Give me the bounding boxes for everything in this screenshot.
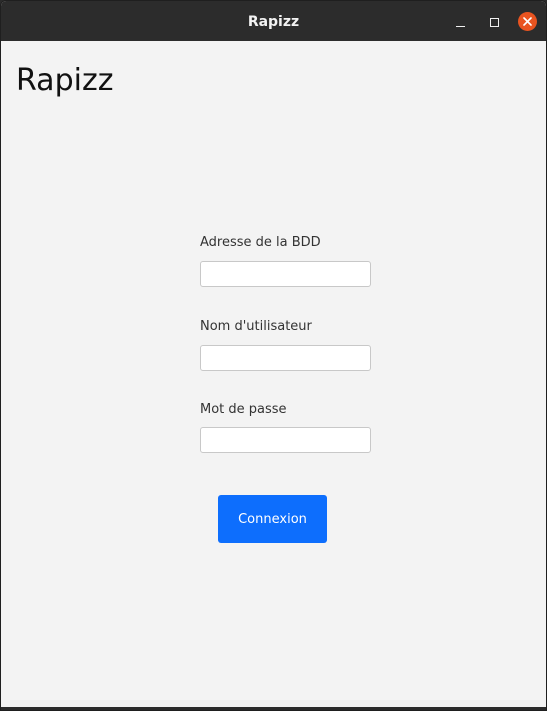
- username-label: Nom d'utilisateur: [200, 319, 312, 334]
- password-input[interactable]: [200, 427, 371, 453]
- maximize-icon: [489, 17, 499, 27]
- username-input[interactable]: [200, 345, 371, 371]
- close-button[interactable]: [518, 12, 537, 31]
- minimize-button[interactable]: [451, 13, 469, 31]
- maximize-button[interactable]: [485, 13, 503, 31]
- app-heading: Rapizz: [16, 63, 114, 98]
- connexion-button[interactable]: Connexion: [218, 495, 327, 543]
- title-bar[interactable]: Rapizz: [1, 1, 546, 41]
- main-content: Rapizz Adresse de la BDD Nom d'utilisate…: [1, 41, 546, 710]
- minimize-icon: [455, 25, 465, 27]
- app-window: Rapizz Rapizz Adresse de la BDD Nom d'ut…: [0, 0, 547, 711]
- close-icon: [523, 17, 532, 26]
- password-label: Mot de passe: [200, 402, 287, 417]
- db-address-label: Adresse de la BDD: [200, 235, 321, 250]
- window-bottom-border: [1, 707, 546, 710]
- db-address-input[interactable]: [200, 261, 371, 287]
